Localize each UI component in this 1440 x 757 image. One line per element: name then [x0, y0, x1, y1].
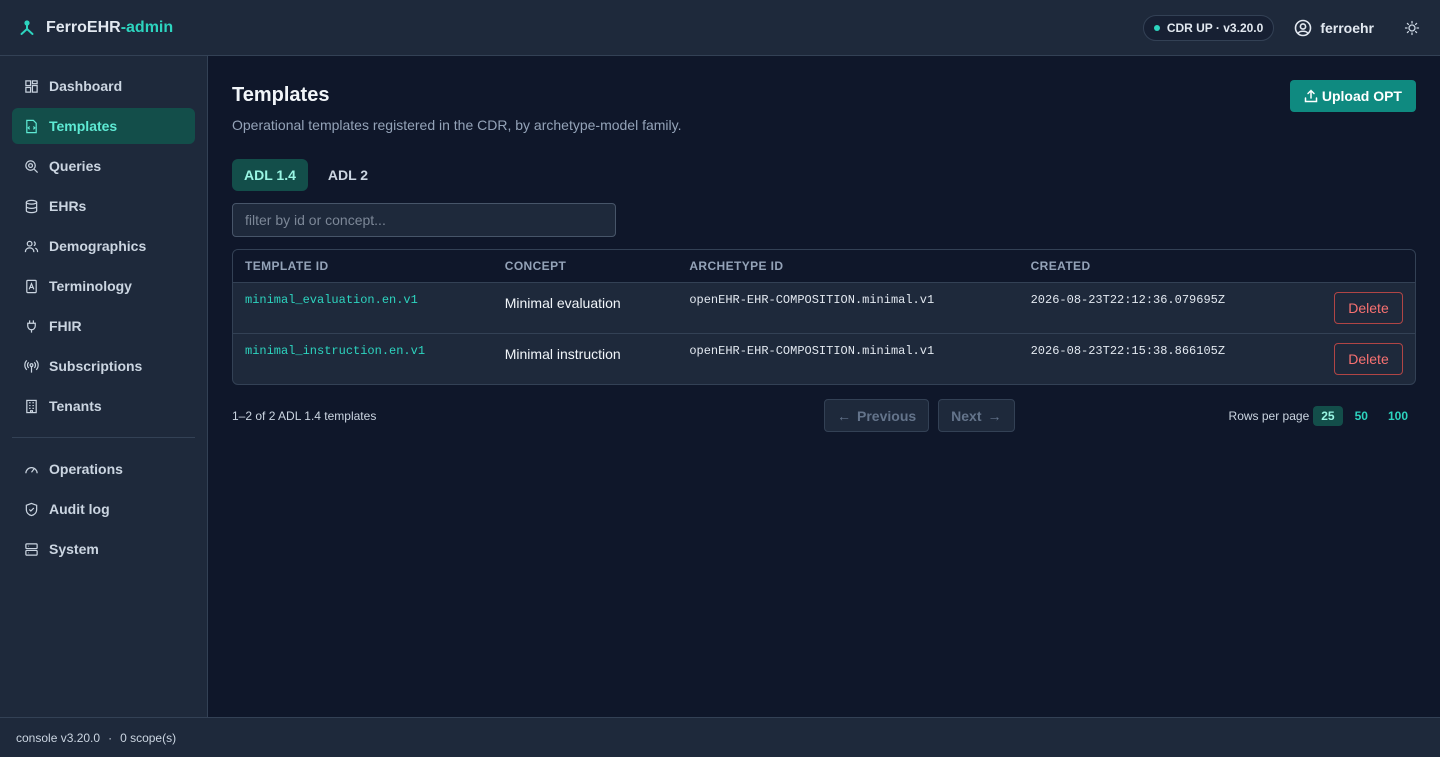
previous-label: Previous — [857, 407, 917, 424]
book-icon — [26, 279, 37, 293]
shield-icon — [25, 502, 38, 516]
arrow-right-icon: → — [987, 407, 1002, 424]
sidebar-item-dashboard[interactable]: Dashboard — [12, 68, 195, 104]
pagination-bar: 1–2 of 2 ADL 1.4 templates ← Previous Ne… — [232, 399, 1416, 432]
template-file-icon — [26, 119, 37, 133]
server-icon — [25, 542, 38, 556]
sidebar-item-subscriptions[interactable]: Subscriptions — [12, 348, 195, 384]
sidebar-item-label: FHIR — [49, 318, 82, 334]
rows-option-50[interactable]: 50 — [1347, 406, 1376, 426]
sidebar-item-label: Terminology — [49, 278, 132, 294]
sidebar-item-templates[interactable]: Templates — [12, 108, 195, 144]
created-cell: 2026-08-23T22:15:38.866105Z — [1018, 332, 1299, 384]
next-page-button[interactable]: Next → — [938, 399, 1015, 432]
sidebar-item-demographics[interactable]: Demographics — [12, 228, 195, 264]
sidebar-item-terminology[interactable]: Terminology — [12, 268, 195, 304]
arrow-left-icon: ← — [837, 407, 852, 424]
console-version: console v3.20.0 — [16, 730, 101, 745]
sidebar-item-queries[interactable]: Queries — [12, 148, 195, 184]
column-header-template-id[interactable]: TEMPLATE ID — [233, 250, 493, 283]
tab-adl-2[interactable]: ADL 2 — [316, 159, 380, 191]
page-subtitle: Operational templates registered in the … — [232, 117, 682, 133]
sidebar-item-label: EHRs — [49, 198, 87, 214]
page-title: Templates — [232, 84, 330, 106]
concept-cell: Minimal instruction — [492, 332, 678, 384]
scope-count: 0 scope(s) — [120, 730, 177, 745]
database-icon — [25, 199, 38, 213]
column-header-archetype-id[interactable]: ARCHETYPE ID — [677, 250, 1019, 283]
theme-toggle-button[interactable] — [1402, 18, 1422, 38]
table-row: minimal_instruction.en.v1 Minimal instru… — [233, 332, 1415, 384]
upload-opt-label: Upload OPT — [1321, 88, 1402, 104]
sidebar-item-fhir[interactable]: FHIR — [12, 308, 195, 344]
model-family-tabs: ADL 1.4 ADL 2 — [232, 159, 1416, 191]
sidebar-item-label: Dashboard — [49, 78, 123, 94]
templates-table: TEMPLATE ID CONCEPT ARCHETYPE ID CREATED… — [232, 249, 1416, 385]
radio-icon — [24, 359, 39, 373]
concept-cell: Minimal evaluation — [504, 294, 621, 311]
sidebar-item-label: Operations — [49, 461, 123, 477]
user-name: ferroehr — [1320, 19, 1374, 36]
template-id-link[interactable]: minimal_evaluation.en.v1 — [233, 282, 493, 333]
sidebar-item-label: Queries — [49, 158, 102, 174]
sidebar-item-label: Audit log — [49, 501, 110, 517]
sidebar-item-audit-log[interactable]: Audit log — [12, 491, 195, 527]
footer-separator: · — [108, 730, 113, 745]
column-header-concept[interactable]: CONCEPT — [492, 250, 678, 283]
rows-per-page: Rows per page 25 50 100 — [1228, 405, 1416, 426]
footer-bar: console v3.20.0 · 0 scope(s) — [0, 717, 1440, 757]
sidebar-divider — [12, 437, 195, 438]
previous-page-button[interactable]: ← Previous — [824, 399, 930, 432]
table-row: minimal_evaluation.en.v1 Minimal evaluat… — [233, 282, 1415, 333]
logo-icon — [20, 19, 34, 35]
rows-option-25[interactable]: 25 — [1313, 405, 1343, 426]
plug-icon — [27, 319, 36, 333]
main-content: Templates Operational templates register… — [208, 56, 1440, 717]
users-icon — [24, 240, 39, 252]
sidebar-item-tenants[interactable]: Tenants — [12, 388, 195, 424]
brand-suffix: -admin — [120, 18, 174, 36]
sidebar-item-label: Templates — [49, 118, 118, 134]
sun-icon — [1404, 20, 1420, 35]
dashboard-icon — [25, 79, 38, 93]
table-header-row: TEMPLATE ID CONCEPT ARCHETYPE ID CREATED — [233, 250, 1415, 283]
created-cell: 2026-08-23T22:12:36.079695Z — [1030, 292, 1226, 307]
archetype-id-cell: openEHR-EHR-COMPOSITION.minimal.v1 — [689, 292, 935, 307]
template-id-link[interactable]: minimal_instruction.en.v1 — [233, 332, 493, 384]
user-circle-icon — [1295, 19, 1312, 36]
sidebar: Dashboard Templates Queries EHRs Demogra… — [0, 56, 208, 717]
delete-button[interactable]: Delete — [1334, 342, 1403, 375]
brand-name: FerroEHR — [46, 18, 121, 36]
next-label: Next — [951, 407, 982, 424]
sidebar-item-ehrs[interactable]: EHRs — [12, 188, 195, 224]
search-icon — [25, 159, 39, 173]
building-icon — [26, 399, 37, 413]
rows-option-100[interactable]: 100 — [1380, 406, 1416, 426]
brand[interactable]: FerroEHR-admin — [18, 19, 173, 37]
rows-per-page-label: Rows per page — [1228, 408, 1310, 423]
upload-icon — [1304, 89, 1318, 103]
status-dot-icon — [1153, 24, 1160, 31]
filter-input[interactable] — [232, 203, 616, 237]
sidebar-item-operations[interactable]: Operations — [12, 451, 195, 487]
column-header-actions — [1298, 250, 1415, 283]
gauge-icon — [25, 466, 38, 473]
tab-adl-1-4[interactable]: ADL 1.4 — [232, 159, 308, 191]
user-menu[interactable]: ferroehr — [1294, 19, 1374, 37]
cdr-status-badge: CDR UP · v3.20.0 — [1142, 14, 1275, 41]
sidebar-item-system[interactable]: System — [12, 531, 195, 567]
top-bar: FerroEHR-admin CDR UP · v3.20.0 ferroehr — [0, 0, 1440, 56]
result-count: 1–2 of 2 ADL 1.4 templates — [232, 408, 377, 423]
delete-button[interactable]: Delete — [1334, 291, 1403, 324]
cdr-status-text: CDR UP · v3.20.0 — [1166, 20, 1264, 35]
upload-opt-button[interactable]: Upload OPT — [1289, 80, 1416, 112]
sidebar-item-label: Demographics — [49, 238, 147, 254]
sidebar-item-label: System — [49, 541, 99, 557]
sidebar-item-label: Tenants — [49, 398, 102, 414]
column-header-created[interactable]: CREATED — [1018, 250, 1299, 283]
sidebar-item-label: Subscriptions — [49, 358, 143, 374]
archetype-id-cell: openEHR-EHR-COMPOSITION.minimal.v1 — [677, 332, 1019, 384]
